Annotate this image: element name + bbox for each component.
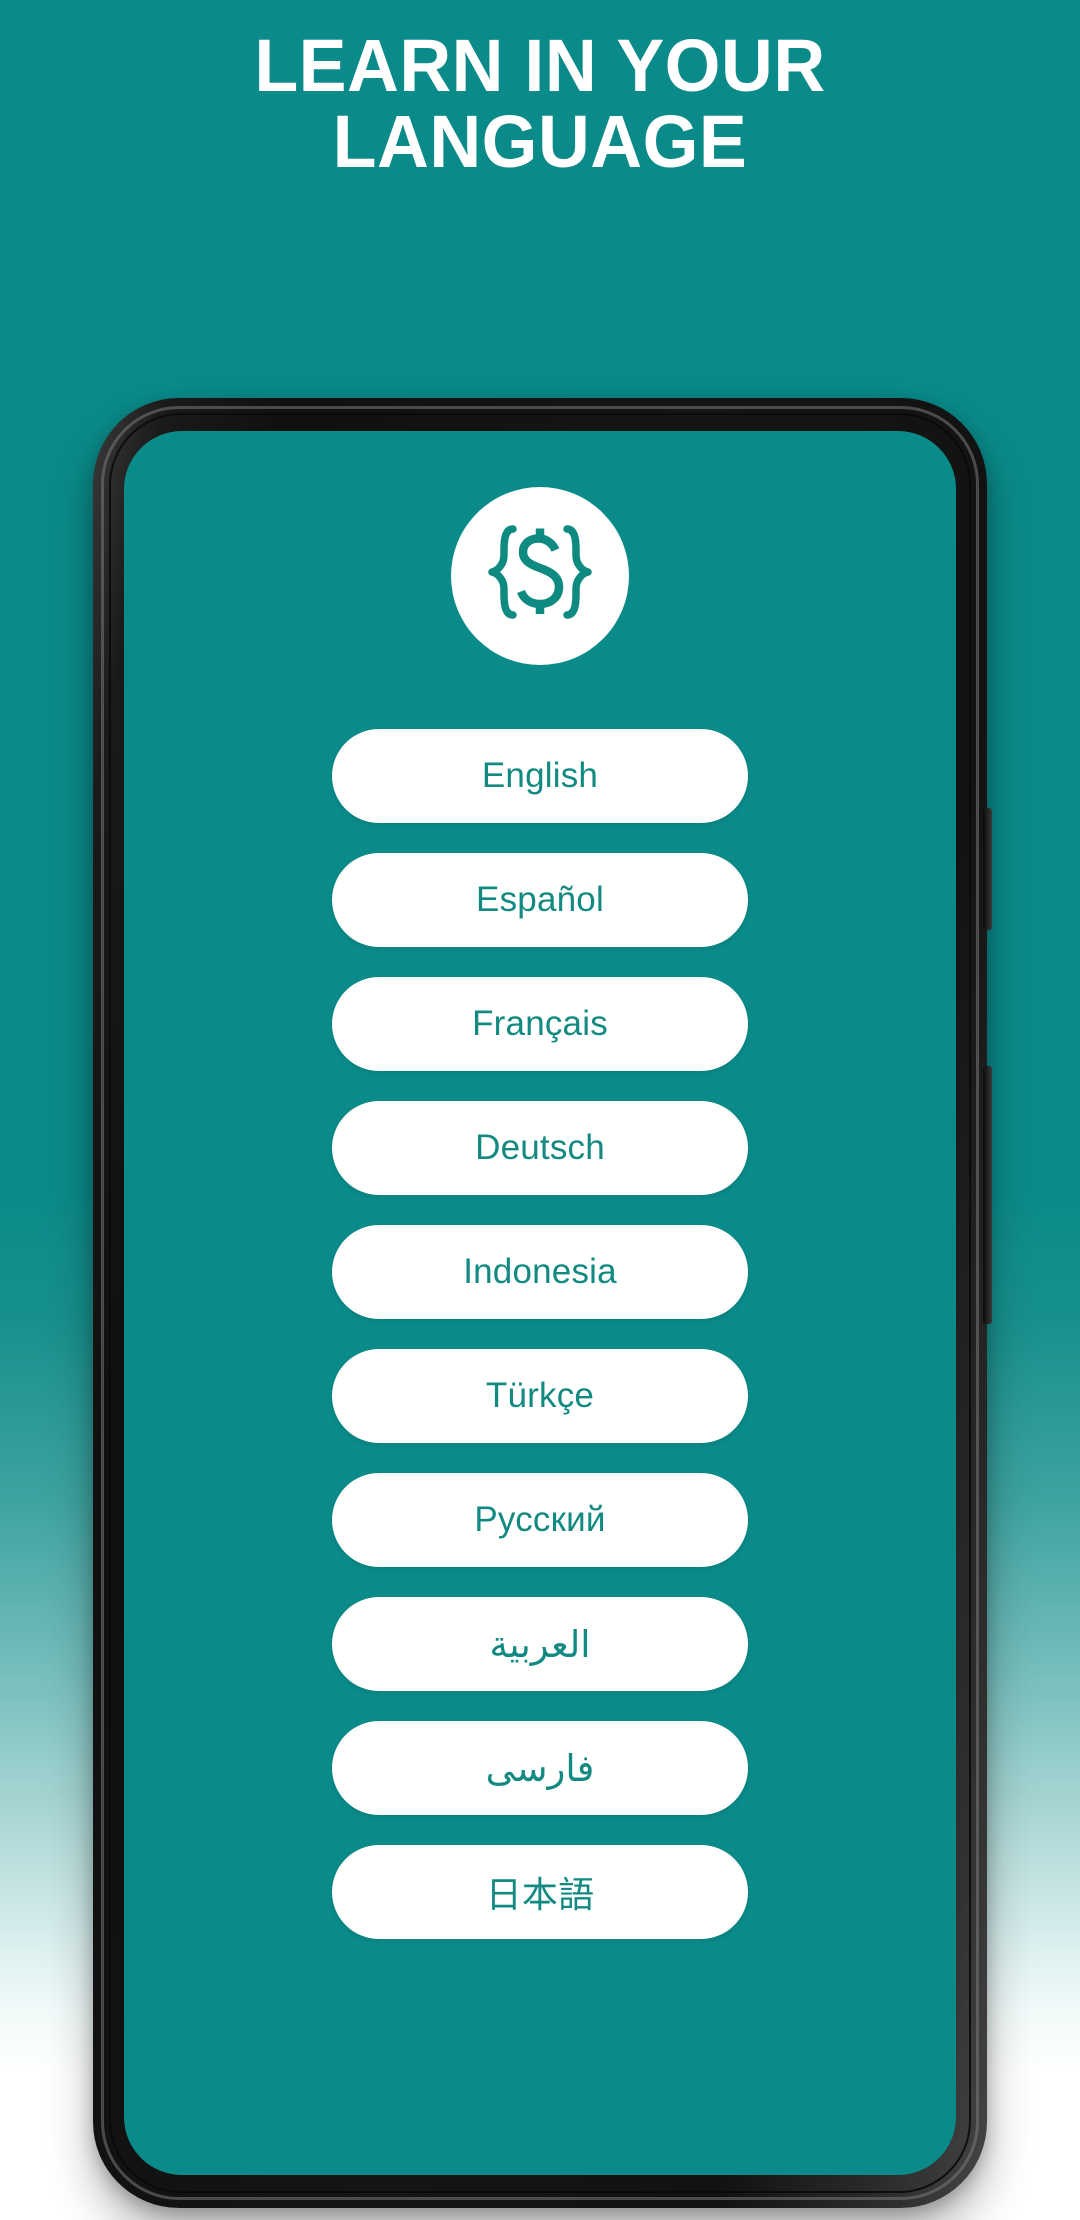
language-option-spanish[interactable]: Español xyxy=(332,853,748,947)
language-option-label: Deutsch xyxy=(475,1128,605,1167)
language-option-russian[interactable]: Русский xyxy=(332,1473,748,1567)
language-option-label: Español xyxy=(476,880,604,919)
app-logo xyxy=(124,431,956,665)
language-option-persian[interactable]: فارسی xyxy=(332,1721,748,1815)
language-option-label: 日本語 xyxy=(485,1874,595,1915)
currency-braces-logo-icon xyxy=(451,487,629,665)
phone-mockup: English Español Français Deutsch Indones… xyxy=(93,398,992,2208)
language-option-label: English xyxy=(481,756,599,795)
page-title-line-2: LANGUAGE xyxy=(332,100,748,184)
language-option-label: Indonesia xyxy=(463,1252,617,1291)
language-option-label: العربية xyxy=(489,1623,591,1665)
language-option-turkish[interactable]: Türkçe xyxy=(332,1349,748,1443)
phone-screen: English Español Français Deutsch Indones… xyxy=(124,431,956,2175)
power-key[interactable] xyxy=(983,808,992,930)
language-picker-screen: English Español Français Deutsch Indones… xyxy=(124,431,956,2175)
language-option-french[interactable]: Français xyxy=(332,977,748,1071)
promo-screenshot-canvas: LEARN IN YOUR LANGUAGE English Español F… xyxy=(0,0,1080,2220)
language-option-label: Русский xyxy=(474,1500,606,1539)
language-option-japanese[interactable]: 日本語 xyxy=(332,1845,748,1939)
language-option-arabic[interactable]: العربية xyxy=(332,1597,748,1691)
page-title: LEARN IN YOUR LANGUAGE xyxy=(0,24,1080,184)
language-option-english[interactable]: English xyxy=(332,729,748,823)
language-option-label: Türkçe xyxy=(485,1376,595,1415)
language-option-label: فارسی xyxy=(485,1747,595,1789)
language-option-list: English Español Français Deutsch Indones… xyxy=(124,729,956,1939)
language-option-german[interactable]: Deutsch xyxy=(332,1101,748,1195)
volume-key[interactable] xyxy=(983,1066,992,1324)
language-option-indonesian[interactable]: Indonesia xyxy=(332,1225,748,1319)
language-option-label: Français xyxy=(472,1004,608,1043)
page-title-line-1: LEARN IN YOUR xyxy=(254,24,826,107)
